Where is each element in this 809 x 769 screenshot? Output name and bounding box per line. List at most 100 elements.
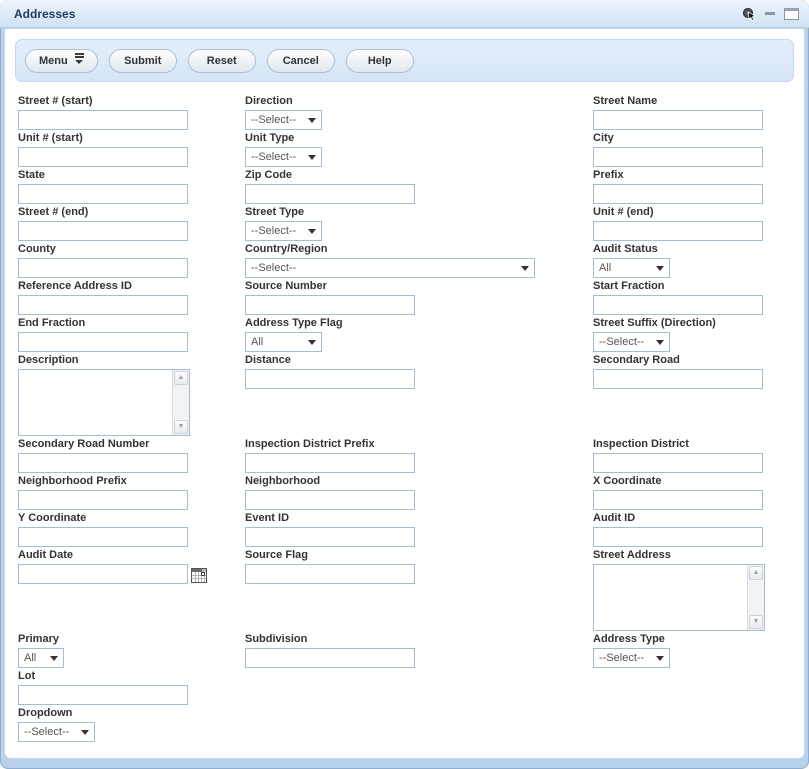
inspection-district-prefix-input[interactable] — [245, 453, 415, 473]
selected-value: --Select-- — [599, 336, 644, 348]
field-unit-number-end: Unit # (end) — [593, 206, 796, 241]
field-label: State — [18, 169, 245, 182]
field-street-type: Street Type--Select-- — [245, 206, 593, 241]
primary-select[interactable]: All — [18, 648, 64, 668]
source-number-input[interactable] — [245, 295, 415, 315]
neighborhood-input[interactable] — [245, 490, 415, 510]
audit-id-input[interactable] — [593, 527, 763, 547]
field-label: Address Type — [593, 633, 796, 646]
county-input[interactable] — [18, 258, 188, 278]
lot-input[interactable] — [18, 685, 188, 705]
inspection-district-input[interactable] — [593, 453, 763, 473]
minimize-icon[interactable] — [765, 12, 775, 16]
field-label: Address Type Flag — [245, 317, 593, 330]
field-label: Neighborhood Prefix — [18, 475, 245, 488]
unit-number-start-input[interactable] — [18, 147, 188, 167]
field-lot: Lot — [18, 670, 245, 705]
submit-button[interactable]: Submit — [109, 49, 177, 73]
secondary-road-number-input[interactable] — [18, 453, 188, 473]
field-x-coordinate: X Coordinate — [593, 475, 796, 510]
menu-dropdown-icon — [75, 53, 84, 68]
cancel-button[interactable]: Cancel — [267, 49, 335, 73]
x-coordinate-input[interactable] — [593, 490, 763, 510]
field-label: Unit Type — [245, 132, 593, 145]
field-secondary-road: Secondary Road — [593, 354, 796, 436]
field-dropdown: Dropdown--Select-- — [18, 707, 245, 742]
state-input[interactable] — [18, 184, 188, 204]
field-subdivision: Subdivision — [245, 633, 593, 668]
prefix-input[interactable] — [593, 184, 763, 204]
field-street-suffix-direction: Street Suffix (Direction)--Select-- — [593, 317, 796, 352]
field-country-region: Country/Region--Select-- — [245, 243, 593, 278]
street-type-select[interactable]: --Select-- — [245, 221, 322, 241]
start-fraction-input[interactable] — [593, 295, 763, 315]
field-street-number-start: Street # (start) — [18, 95, 245, 130]
chevron-down-icon — [656, 340, 664, 349]
street-name-input[interactable] — [593, 110, 763, 130]
description-textarea[interactable]: ▲▼ — [18, 369, 190, 436]
vertical-scrollbar[interactable]: ▲▼ — [747, 565, 764, 630]
field-label: Street # (end) — [18, 206, 245, 219]
field-inspection-district-prefix: Inspection District Prefix — [245, 438, 593, 473]
calendar-icon[interactable] — [191, 568, 207, 583]
field-label: Audit Date — [18, 549, 245, 562]
field-state: State — [18, 169, 245, 204]
street-number-end-input[interactable] — [18, 221, 188, 241]
zip-code-input[interactable] — [245, 184, 415, 204]
reset-button[interactable]: Reset — [188, 49, 256, 73]
scroll-up-icon[interactable]: ▲ — [749, 566, 763, 580]
field-label: Zip Code — [245, 169, 593, 182]
city-input[interactable] — [593, 147, 763, 167]
selected-value: --Select-- — [24, 726, 69, 738]
field-address-type: Address Type --Select-- — [593, 633, 796, 668]
unit-type-select[interactable]: --Select-- — [245, 147, 322, 167]
end-fraction-input[interactable] — [18, 332, 188, 352]
street-address-textarea[interactable]: ▲▼ — [593, 564, 765, 631]
addresses-window: Addresses MenuSubmitResetCancelHelp Stre… — [0, 0, 809, 769]
event-id-input[interactable] — [245, 527, 415, 547]
street-number-start-input[interactable] — [18, 110, 188, 130]
vertical-scrollbar[interactable]: ▲▼ — [172, 370, 189, 435]
street-suffix-direction-select[interactable]: --Select-- — [593, 332, 670, 352]
field-label: Unit # (start) — [18, 132, 245, 145]
subdivision-input[interactable] — [245, 648, 415, 668]
chevron-down-icon — [308, 118, 316, 127]
reference-address-id-input[interactable] — [18, 295, 188, 315]
field-label: Source Number — [245, 280, 593, 293]
address-type-select[interactable]: --Select-- — [593, 648, 670, 668]
field-label: Description — [18, 354, 245, 367]
chevron-down-icon — [50, 656, 58, 665]
address-type-flag-select[interactable]: All — [245, 332, 322, 352]
help-button[interactable]: Help — [346, 49, 414, 73]
audit-date-input[interactable] — [18, 564, 188, 584]
selected-value: All — [251, 336, 263, 348]
field-street-address: Street Address▲▼ — [593, 549, 796, 631]
dropdown-select[interactable]: --Select-- — [18, 722, 95, 742]
scroll-up-icon[interactable]: ▲ — [174, 371, 188, 385]
audit-date-field — [18, 564, 245, 584]
country-region-select[interactable]: --Select-- — [245, 258, 535, 278]
scroll-down-icon[interactable]: ▼ — [174, 420, 188, 434]
field-audit-status: Audit StatusAll — [593, 243, 796, 278]
chevron-down-icon — [81, 730, 89, 739]
y-coordinate-input[interactable] — [18, 527, 188, 547]
neighborhood-prefix-input[interactable] — [18, 490, 188, 510]
direction-select[interactable]: --Select-- — [245, 110, 322, 130]
selected-value: --Select-- — [251, 114, 296, 126]
maximize-icon[interactable] — [784, 8, 799, 20]
button-label: Help — [368, 55, 392, 67]
audit-status-select[interactable]: All — [593, 258, 670, 278]
scroll-down-icon[interactable]: ▼ — [749, 615, 763, 629]
settings-icon[interactable] — [742, 7, 756, 21]
source-flag-input[interactable] — [245, 564, 415, 584]
field-unit-type: Unit Type --Select-- — [245, 132, 593, 167]
field-description: Description▲▼ — [18, 354, 245, 436]
field-label: Source Flag — [245, 549, 593, 562]
distance-input[interactable] — [245, 369, 415, 389]
secondary-road-input[interactable] — [593, 369, 763, 389]
unit-number-end-input[interactable] — [593, 221, 763, 241]
button-label: Submit — [124, 55, 161, 67]
field-label: Direction — [245, 95, 593, 108]
menu-button[interactable]: Menu — [25, 49, 98, 73]
field-label: Y Coordinate — [18, 512, 245, 525]
